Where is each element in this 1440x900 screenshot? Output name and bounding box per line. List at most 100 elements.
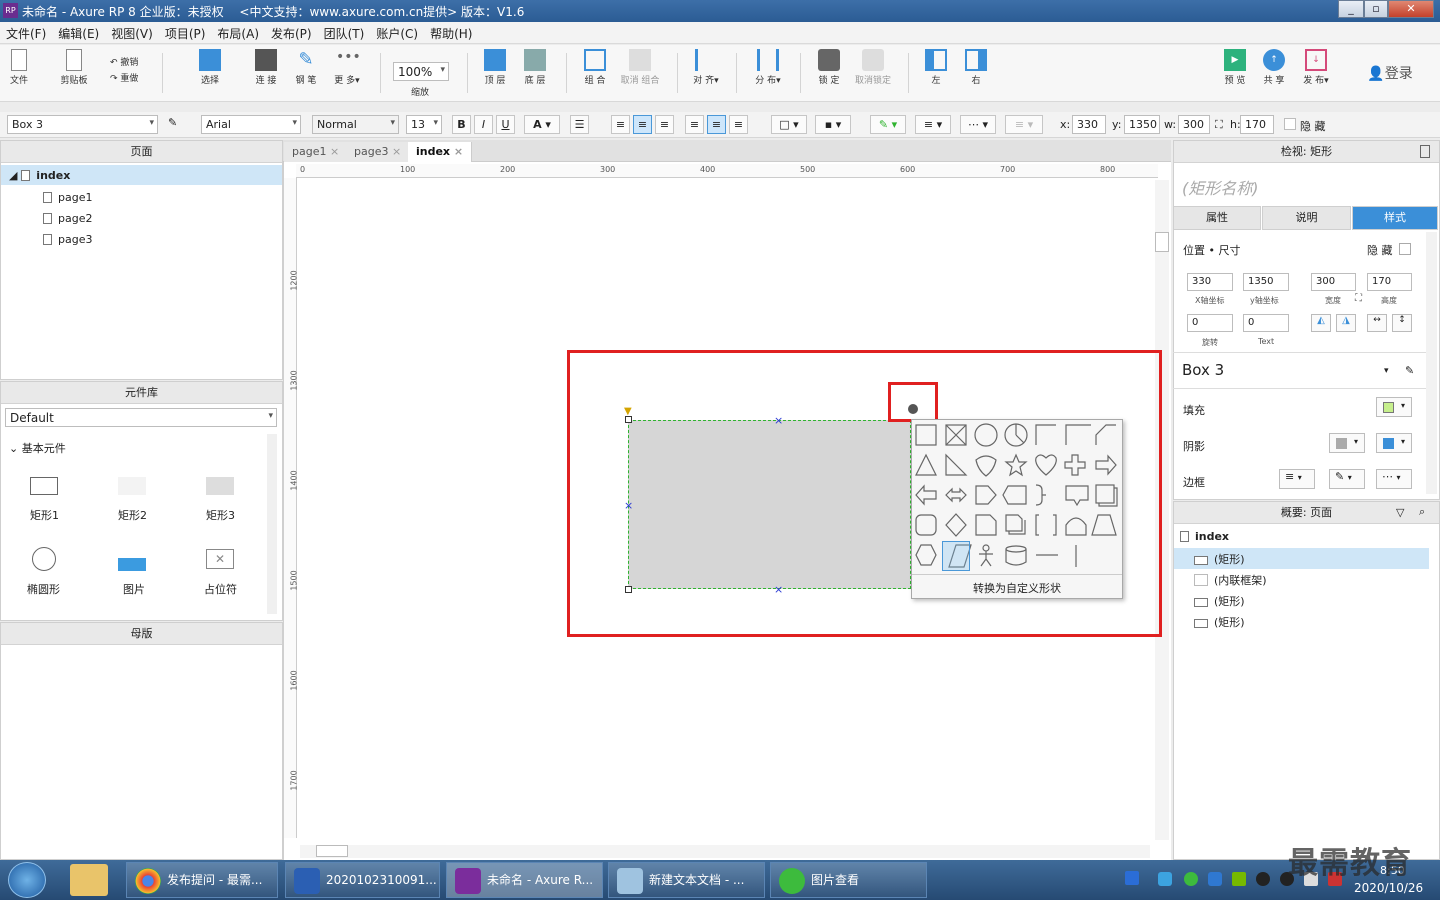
valign-top-button[interactable]: ≡ bbox=[685, 115, 704, 134]
distribute-button[interactable]: 分 布▾ bbox=[752, 49, 784, 86]
right-panel-toggle[interactable]: 右 bbox=[964, 49, 988, 86]
style-edit-icon[interactable]: ✎ bbox=[1405, 364, 1414, 377]
border-width-picker[interactable]: ≡ ▾ bbox=[1279, 469, 1315, 489]
search-icon[interactable]: ⌕ bbox=[1419, 505, 1425, 519]
hidden-checkbox[interactable] bbox=[1284, 118, 1296, 130]
page-item-page1[interactable]: page1 bbox=[43, 191, 92, 204]
menu-project[interactable]: 项目(P) bbox=[159, 22, 212, 42]
inner-shadow-picker[interactable]: ▾ bbox=[1376, 433, 1412, 453]
taskbar-axure[interactable]: 未命名 - Axure R... bbox=[446, 862, 603, 898]
undo-button[interactable]: ↶ 撤销 bbox=[110, 55, 150, 68]
left-panel-toggle[interactable]: 左 bbox=[924, 49, 948, 86]
y-input[interactable]: 1350 bbox=[1124, 115, 1160, 134]
more-tool[interactable]: ••• 更 多▾ bbox=[330, 49, 364, 86]
style-edit-icon[interactable]: ✎ bbox=[168, 116, 177, 129]
italic-button[interactable]: I bbox=[474, 115, 493, 134]
tray-wechat-icon[interactable] bbox=[1184, 872, 1198, 886]
clock-date[interactable]: 2020/10/26 bbox=[1354, 881, 1423, 895]
fit-width-icon[interactable]: ↔ bbox=[1367, 314, 1387, 332]
shadow-button[interactable]: ▪ ▾ bbox=[815, 115, 851, 134]
widget-name-select[interactable]: Box 3 bbox=[7, 115, 158, 134]
menu-publish[interactable]: 发布(P) bbox=[265, 22, 318, 42]
bold-button[interactable]: B bbox=[452, 115, 471, 134]
menu-view[interactable]: 视图(V) bbox=[105, 22, 159, 42]
fit-height-icon[interactable]: ↕ bbox=[1392, 314, 1412, 332]
fill-color-button[interactable]: □ ▾ bbox=[771, 115, 807, 134]
tab-properties[interactable]: 属性 bbox=[1173, 206, 1261, 230]
selected-shape-cell[interactable] bbox=[942, 541, 970, 571]
connect-tool[interactable]: 连 接 bbox=[252, 49, 280, 86]
start-button[interactable] bbox=[8, 862, 46, 898]
clipboard-tool[interactable]: 剪贴板 bbox=[56, 49, 92, 86]
tray-qq-icon[interactable] bbox=[1256, 872, 1270, 886]
outline-item[interactable]: (内联框架) bbox=[1194, 572, 1267, 588]
page-item-index[interactable]: ◢ index bbox=[1, 165, 282, 185]
line-style-button[interactable]: ⋯ ▾ bbox=[960, 115, 996, 134]
inspector-y-input[interactable]: 1350 bbox=[1243, 273, 1289, 291]
widget-name-input[interactable]: (矩形名称) bbox=[1182, 175, 1259, 199]
rectangle2-widget[interactable] bbox=[118, 477, 146, 495]
align-button[interactable]: 对 齐▾ bbox=[690, 49, 722, 86]
font-color-button[interactable]: A ▾ bbox=[524, 115, 560, 134]
tab-page1[interactable]: page1 × bbox=[284, 142, 349, 162]
x-input[interactable]: 330 bbox=[1072, 115, 1106, 134]
font-size-select[interactable]: 13 bbox=[406, 115, 442, 134]
text-rotation-input[interactable]: 0 bbox=[1243, 314, 1289, 332]
taskbar-chrome[interactable]: 发布提问 - 最需... bbox=[126, 862, 278, 898]
tray-shield-icon[interactable] bbox=[1208, 872, 1222, 886]
rectangle3-widget[interactable] bbox=[206, 477, 234, 495]
file-explorer-icon[interactable] bbox=[70, 864, 108, 896]
inspector-scrollbar[interactable] bbox=[1426, 232, 1437, 494]
page-item-page2[interactable]: page2 bbox=[43, 212, 92, 225]
preview-button[interactable]: ▶ 预 览 bbox=[1222, 49, 1248, 86]
border-style-picker[interactable]: ⋯ ▾ bbox=[1376, 469, 1412, 489]
library-scrollbar[interactable] bbox=[267, 434, 277, 614]
ime-icon[interactable] bbox=[1125, 871, 1139, 885]
lock-button[interactable]: 锁 定 bbox=[816, 49, 842, 86]
inspector-x-input[interactable]: 330 bbox=[1187, 273, 1233, 291]
valign-bottom-button[interactable]: ≡ bbox=[729, 115, 748, 134]
tray-nvidia-icon[interactable] bbox=[1232, 872, 1246, 886]
minimize-button[interactable]: _ bbox=[1338, 0, 1364, 18]
outline-item[interactable]: (矩形) bbox=[1174, 548, 1429, 569]
w-input[interactable]: 300 bbox=[1178, 115, 1210, 134]
menu-account[interactable]: 账户(C) bbox=[370, 22, 424, 42]
publish-button[interactable]: ↓ 发 布▾ bbox=[1300, 49, 1332, 86]
bullet-list-button[interactable]: ☰ bbox=[570, 115, 589, 134]
valign-middle-button[interactable]: ≡ bbox=[707, 115, 726, 134]
vertical-scroll-thumb[interactable] bbox=[1155, 232, 1169, 252]
menu-team[interactable]: 团队(T) bbox=[318, 22, 371, 42]
line-color-button[interactable]: ✎ ▾ bbox=[870, 115, 906, 134]
share-button[interactable]: ↑ 共 享 bbox=[1260, 49, 1288, 86]
group-button[interactable]: 组 合 bbox=[582, 49, 608, 86]
maximize-button[interactable]: ▫ bbox=[1364, 0, 1388, 18]
horizontal-scroll-thumb[interactable] bbox=[316, 845, 348, 857]
flip-horizontal-icon[interactable]: ◭ bbox=[1311, 314, 1331, 332]
align-center-button[interactable]: ≡ bbox=[633, 115, 652, 134]
inspector-h-input[interactable]: 170 bbox=[1367, 273, 1412, 291]
filter-icon[interactable]: ▽ bbox=[1396, 506, 1404, 519]
tab-style[interactable]: 样式 bbox=[1352, 206, 1438, 230]
menu-layout[interactable]: 布局(A) bbox=[211, 22, 265, 42]
close-button[interactable]: ✕ bbox=[1388, 0, 1434, 18]
h-input[interactable]: 170 bbox=[1240, 115, 1274, 134]
login-button[interactable]: 👤登录 bbox=[1362, 63, 1418, 83]
taskbar-notepad[interactable]: 新建文本文档 - ... bbox=[608, 862, 765, 898]
menu-edit[interactable]: 编辑(E) bbox=[52, 22, 105, 42]
outer-shadow-picker[interactable]: ▾ bbox=[1329, 433, 1365, 453]
tab-page3[interactable]: page3 × bbox=[346, 142, 411, 162]
ungroup-button[interactable]: 取消 组合 bbox=[618, 49, 662, 86]
outline-root[interactable]: index bbox=[1180, 530, 1229, 543]
align-left-button[interactable]: ≡ bbox=[611, 115, 630, 134]
canvas-horizontal-scrollbar[interactable] bbox=[300, 845, 1150, 858]
bring-to-front-button[interactable]: 顶 层 bbox=[482, 49, 508, 86]
tab-index[interactable]: index × bbox=[408, 142, 473, 162]
arrow-style-button[interactable]: ≡ ▾ bbox=[1005, 115, 1043, 134]
unlock-button[interactable]: 取消锁定 bbox=[852, 49, 894, 86]
flip-vertical-icon[interactable]: ◮ bbox=[1336, 314, 1356, 332]
image-widget[interactable] bbox=[118, 547, 146, 571]
select-tool[interactable]: 选择 bbox=[180, 49, 240, 86]
redo-button[interactable]: ↷ 重做 bbox=[110, 71, 150, 84]
send-to-back-button[interactable]: 底 层 bbox=[522, 49, 548, 86]
convert-to-custom-shape-button[interactable]: 转换为自定义形状 bbox=[912, 580, 1122, 596]
